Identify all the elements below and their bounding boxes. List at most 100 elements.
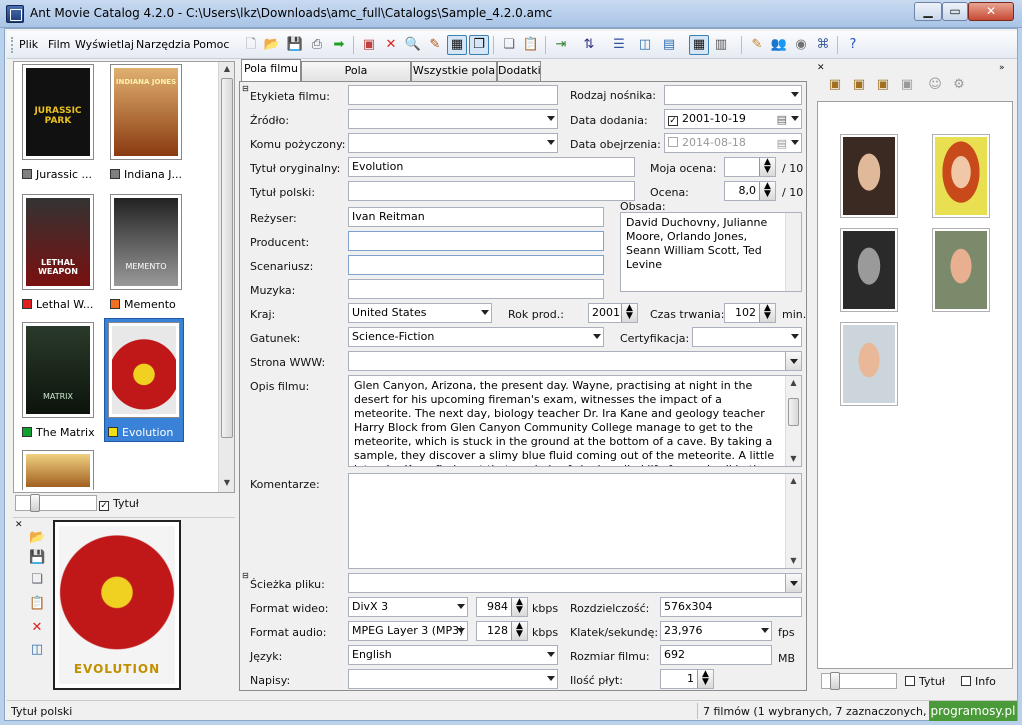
spinner-arrows-icon[interactable]: ▲ ▼	[759, 304, 775, 322]
edit-icon[interactable]: ✎	[747, 35, 767, 55]
menu-wyswietlaj[interactable]: Wyświetlaj	[75, 38, 134, 51]
spinner-arrows-icon[interactable]: ▲ ▼	[759, 182, 775, 200]
import-picture-icon[interactable]: ▣	[851, 77, 867, 93]
import-icon[interactable]: ⇥	[551, 35, 571, 55]
spinner-arrows-icon[interactable]: ▲ ▼	[759, 158, 775, 176]
tytul-oryginalny-input[interactable]: Evolution	[348, 157, 635, 177]
obsada-textarea[interactable]: David Duchovny, Julianne Moore, Orlando …	[620, 212, 802, 292]
add-movie-icon[interactable]: ▣	[359, 35, 379, 55]
cast-photo[interactable]	[932, 134, 990, 218]
opis-textarea[interactable]: Glen Canyon, Arizona, the present day. W…	[348, 375, 802, 467]
tytul-polski-input[interactable]	[348, 181, 635, 201]
load-picture-icon[interactable]: 📂	[29, 530, 45, 546]
etykieta-input[interactable]	[348, 85, 558, 105]
movie-label-indiana[interactable]: Indiana J...	[110, 168, 182, 181]
collapse-icon[interactable]: ⊟	[242, 84, 249, 93]
scroll-thumb[interactable]	[788, 398, 799, 426]
menu-plik[interactable]: Plik	[19, 38, 38, 51]
movie-label-memento[interactable]: Memento	[110, 298, 176, 311]
list-scrollbar[interactable]: ▲ ▼	[218, 62, 234, 492]
scenariusz-input[interactable]	[348, 255, 604, 275]
remove-picture-icon[interactable]: ▣	[899, 77, 915, 93]
paste-picture-icon[interactable]: 📋	[29, 596, 45, 612]
tab-wszystkie-pola[interactable]: Wszystkie pola	[411, 61, 497, 81]
list-view-icon[interactable]: ▤	[659, 35, 679, 55]
tab-pola-filmu[interactable]: Pola filmu	[241, 59, 301, 81]
scroll-down-icon[interactable]: ▼	[219, 476, 235, 490]
scroll-down-icon[interactable]: ▼	[786, 452, 801, 466]
link-picture-icon[interactable]: ▣	[875, 77, 891, 93]
disc-icon[interactable]: ◉	[791, 35, 811, 55]
save-icon[interactable]: 💾	[285, 35, 305, 55]
chevron-down-icon[interactable]	[785, 574, 801, 592]
komentarze-textarea[interactable]: ▲ ▼	[348, 473, 802, 569]
chevron-down-icon[interactable]	[785, 352, 801, 370]
movie-label-lethal[interactable]: Lethal W...	[22, 298, 93, 311]
tab-dodatki[interactable]: Dodatki	[497, 61, 541, 81]
spinner-arrows-icon[interactable]: ▲ ▼	[621, 304, 637, 322]
new-file-icon[interactable]: 🗋	[241, 35, 261, 55]
open-folder-icon[interactable]: 📂	[262, 35, 282, 55]
ilosc-spinner[interactable]: 1 ▲ ▼	[660, 669, 714, 689]
maximize-button[interactable]: ▭	[942, 2, 968, 21]
movie-list[interactable]: JURASSIC PARK Jurassic ... INDIANA JONES…	[13, 61, 235, 493]
collapse-icon[interactable]: ⊟	[242, 571, 249, 580]
picture-view-icon[interactable]: ▦	[447, 35, 467, 55]
jezyk-select[interactable]: English	[348, 645, 558, 665]
checkbox-icon[interactable]	[668, 137, 678, 147]
thumb-size-slider[interactable]	[15, 494, 97, 512]
muzyka-input[interactable]	[348, 279, 604, 299]
checkmark-icon[interactable]: ✓	[668, 116, 678, 126]
movie-thumb-indiana[interactable]: INDIANA JONES	[110, 64, 182, 160]
certyfikacja-select[interactable]	[692, 327, 802, 347]
movie-thumb-matrix[interactable]: MATRIX	[22, 322, 94, 418]
data-dodania-picker[interactable]: ✓ 2001-10-19 ▤	[664, 109, 802, 129]
picture-info-icon[interactable]: ◫	[29, 642, 45, 658]
movie-thumb-partial[interactable]	[22, 450, 94, 490]
scroll-up-icon[interactable]: ▲	[786, 376, 801, 390]
movie-thumb-evolution[interactable]	[108, 322, 180, 418]
minimize-button[interactable]: ▁	[914, 2, 942, 21]
komentarze-scrollbar[interactable]: ▲ ▼	[785, 474, 801, 568]
script-icon[interactable]: ⌘	[813, 35, 833, 55]
people-icon[interactable]: 👥	[769, 35, 789, 55]
zrodlo-select[interactable]	[348, 109, 558, 129]
czas-spinner[interactable]: 102 ▲ ▼	[724, 303, 776, 323]
calendar-icon[interactable]: ▤	[777, 111, 787, 128]
close-button[interactable]: ✕	[968, 2, 1014, 21]
spinner-arrows-icon[interactable]: ▲ ▼	[511, 622, 527, 640]
panel-menu-icon[interactable]: »	[999, 63, 1005, 73]
moja-ocena-spinner[interactable]: ▲ ▼	[724, 157, 776, 177]
close-panel-icon[interactable]: ✕	[817, 63, 825, 73]
kbps-video-spinner[interactable]: 984 ▲ ▼	[476, 597, 528, 617]
copy-icon[interactable]: ❏	[499, 35, 519, 55]
add-picture-icon[interactable]: ▣	[827, 77, 843, 93]
movie-thumb-memento[interactable]: MEMENTO	[110, 194, 182, 290]
rozdzielczosc-input[interactable]: 576x304	[660, 597, 802, 617]
scroll-up-icon[interactable]: ▲	[786, 474, 801, 488]
klatek-select[interactable]: 23,976	[660, 621, 772, 641]
cast-photo[interactable]	[840, 134, 898, 218]
opis-scrollbar[interactable]: ▲ ▼	[785, 376, 801, 466]
settings-icon[interactable]: ⚙	[951, 77, 967, 93]
movie-thumb-lethal[interactable]: LETHAL WEAPON	[22, 194, 94, 290]
kraj-select[interactable]: United States	[348, 303, 492, 323]
scroll-down-icon[interactable]: ▼	[786, 554, 801, 568]
sort-icon[interactable]: ⇅	[579, 35, 599, 55]
scroll-up-icon[interactable]: ▲	[219, 62, 235, 76]
scroll-thumb[interactable]	[221, 78, 233, 438]
rodzaj-select[interactable]	[664, 85, 802, 105]
delete-picture-icon[interactable]: ✕	[29, 620, 45, 636]
movie-item-evolution-selected[interactable]: Evolution	[104, 318, 184, 442]
cast-photos[interactable]	[817, 101, 1013, 669]
close-panel-icon[interactable]: ✕	[15, 520, 23, 530]
delete-icon[interactable]: ✕	[381, 35, 401, 55]
movie-label-matrix[interactable]: The Matrix	[22, 426, 95, 439]
rezyser-input[interactable]: Ivan Reitman	[348, 207, 604, 227]
grid-view-icon[interactable]: ▦	[689, 35, 709, 55]
copy-picture-icon[interactable]: ❏	[29, 572, 45, 588]
find-icon[interactable]: 🔍	[403, 35, 423, 55]
photo-title-checkbox[interactable]: Tytuł	[905, 675, 945, 688]
menu-film[interactable]: Film	[48, 38, 70, 51]
format-audio-select[interactable]: MPEG Layer 3 (MP3)	[348, 621, 468, 641]
